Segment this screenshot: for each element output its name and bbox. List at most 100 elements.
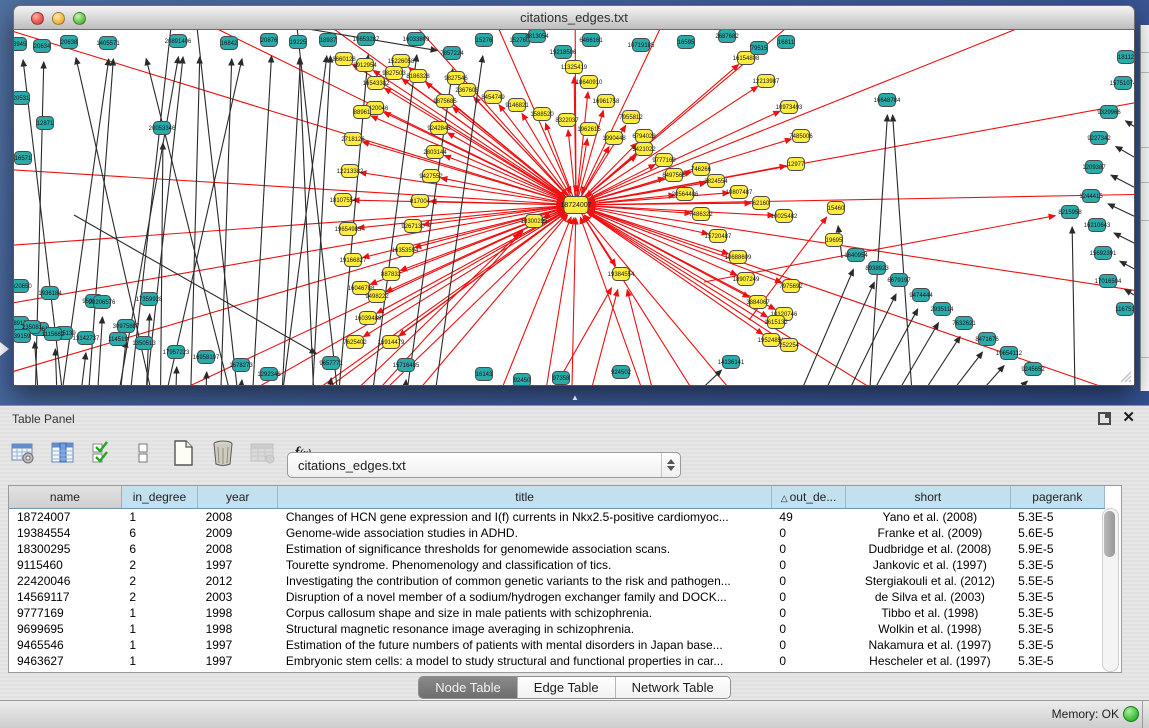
column-header-title[interactable]: title	[278, 486, 772, 509]
graph-node[interactable]: 20531	[14, 92, 30, 105]
delete-column-button[interactable]	[208, 438, 238, 468]
graph-node[interactable]: 9242843	[427, 122, 451, 135]
graph-node[interactable]: 62160	[753, 197, 771, 210]
graph-node[interactable]: 10807487	[726, 186, 753, 199]
graph-node[interactable]: 20564486	[672, 188, 699, 201]
graph-node[interactable]: 9245652	[1021, 363, 1045, 376]
graph-node[interactable]: 10719185	[628, 39, 655, 52]
graph-node[interactable]: 16811	[778, 36, 795, 49]
graph-node[interactable]: 2367608	[455, 84, 479, 97]
graph-node[interactable]: 6497568	[662, 169, 686, 182]
graph-node[interactable]: 2935114	[931, 303, 955, 316]
graph-node[interactable]: 19695	[826, 234, 844, 247]
column-header-short[interactable]: short	[846, 486, 1011, 509]
graph-node[interactable]: 1962615	[577, 123, 601, 136]
graph-node[interactable]: 15751074	[1110, 77, 1134, 90]
graph-node[interactable]: 16353594	[392, 244, 419, 257]
graph-node[interactable]: 8471676	[975, 333, 999, 346]
graph-node[interactable]: 8938923	[865, 262, 889, 275]
tab-edge-table[interactable]: Edge Table	[518, 677, 616, 698]
graph-node[interactable]: 1588520	[530, 108, 554, 121]
column-header-name[interactable]: name	[9, 486, 121, 509]
graph-node[interactable]: 19218506	[550, 46, 577, 59]
column-header-out-degree[interactable]: △out_de...	[771, 486, 845, 509]
graph-node[interactable]: 16961758	[593, 95, 620, 108]
float-panel-icon[interactable]	[1098, 412, 1111, 425]
graph-node[interactable]: 7955812	[619, 111, 643, 124]
graph-node[interactable]: 18112	[1118, 51, 1135, 64]
show-columns-button[interactable]	[48, 438, 78, 468]
graph-node[interactable]: 116753	[1115, 303, 1134, 316]
graph-node[interactable]: 1350513	[132, 337, 156, 350]
graph-node[interactable]: 10688609	[725, 251, 752, 264]
graph-node[interactable]: 15226058	[388, 55, 415, 68]
graph-node[interactable]: 9474444	[909, 289, 933, 302]
graph-node[interactable]: 1990448	[602, 132, 626, 145]
table-settings-button[interactable]	[8, 438, 38, 468]
graph-node[interactable]: 1936184	[38, 287, 62, 300]
graph-node[interactable]: 9657771	[319, 357, 343, 370]
graph-node[interactable]: 13142737	[73, 332, 100, 345]
column-header-in-degree[interactable]: in_degree	[121, 486, 197, 509]
graph-node[interactable]: 12977	[788, 158, 806, 171]
graph-node[interactable]: 6679197	[887, 274, 911, 287]
graph-node[interactable]: 9827546	[444, 72, 468, 85]
graph-node[interactable]: 1244415	[1079, 190, 1103, 203]
tab-network-table[interactable]: Network Table	[616, 677, 730, 698]
select-functions-button[interactable]	[88, 438, 118, 468]
table-selector[interactable]: citations_edges.txt	[287, 452, 681, 478]
row-tools-button[interactable]	[128, 438, 158, 468]
graph-node[interactable]: 88961	[354, 106, 372, 119]
graph-node[interactable]: 252254	[779, 339, 800, 352]
graph-node[interactable]: 14136141	[718, 356, 745, 369]
column-header-year[interactable]: year	[198, 486, 278, 509]
graph-node[interactable]: 10653287	[353, 33, 380, 46]
graph-node[interactable]: 7485006	[789, 130, 813, 143]
graph-node[interactable]: 16842	[221, 37, 239, 50]
graph-node[interactable]: 12213382	[337, 165, 364, 178]
graph-node[interactable]: 16648784	[874, 94, 901, 107]
graph-node[interactable]: 11325419	[561, 61, 588, 74]
graph-node[interactable]: 19384554	[608, 268, 635, 281]
graph-node[interactable]: 7975692	[779, 280, 803, 293]
graph-node[interactable]: 1115682	[42, 328, 65, 341]
graph-node[interactable]: 16958107	[193, 351, 220, 364]
network-graph[interactable]: 1872400786601288912954152260589827503165…	[14, 30, 1134, 385]
graph-node[interactable]: 6466161	[579, 34, 603, 47]
table-row[interactable]: 1456911722003Disruption of a novel membe…	[9, 589, 1105, 605]
graph-node[interactable]: 15460	[828, 202, 846, 215]
graph-node[interactable]: 887832	[381, 268, 402, 281]
graph-node[interactable]: 2620650	[14, 280, 32, 293]
graph-node[interactable]: 9827503	[382, 67, 406, 80]
graph-node[interactable]: 20634	[34, 40, 52, 53]
graph-node[interactable]: 18640910	[576, 76, 603, 89]
split-pane-grip[interactable]: ▲	[568, 394, 582, 402]
table-row[interactable]: 1872400712008Changes of HCN gene express…	[9, 509, 1105, 526]
graph-node[interactable]: 16595	[678, 36, 696, 49]
graph-node[interactable]: 18945	[14, 38, 27, 51]
graph-node[interactable]: 15276	[476, 34, 494, 47]
tab-node-table[interactable]: Node Table	[419, 677, 518, 698]
graph-node[interactable]: 9146821	[505, 99, 529, 112]
graph-node[interactable]: 19654985	[335, 223, 362, 236]
graph-node[interactable]: 16033809	[403, 33, 430, 46]
graph-node[interactable]: 10025482	[771, 210, 798, 223]
graph-node[interactable]: 7625402	[343, 336, 367, 349]
graph-node[interactable]: 19166827	[340, 254, 367, 267]
column-header-pagerank[interactable]: pagerank	[1010, 486, 1104, 509]
graph-node[interactable]: 16143	[476, 368, 494, 381]
graph-node[interactable]: 9427552	[419, 170, 443, 183]
graph-node[interactable]: 15692391	[1090, 247, 1117, 260]
window-resize-grip[interactable]	[1118, 369, 1132, 383]
graph-node[interactable]: 9777169	[652, 154, 676, 167]
graph-node[interactable]: 746266	[691, 163, 712, 176]
graph-node[interactable]: 92450	[514, 374, 532, 386]
graph-node[interactable]: 19225	[290, 36, 308, 49]
graph-node[interactable]: 1209387	[1082, 161, 1106, 174]
close-panel-icon[interactable]: ✕	[1122, 410, 1135, 426]
graph-node[interactable]: 8813054	[525, 30, 549, 43]
graph-node[interactable]: 18724007	[560, 197, 591, 214]
graph-node[interactable]: 2687682	[715, 30, 739, 43]
graph-node[interactable]: 79515	[751, 42, 769, 55]
memory-ok-indicator[interactable]	[1123, 706, 1139, 722]
